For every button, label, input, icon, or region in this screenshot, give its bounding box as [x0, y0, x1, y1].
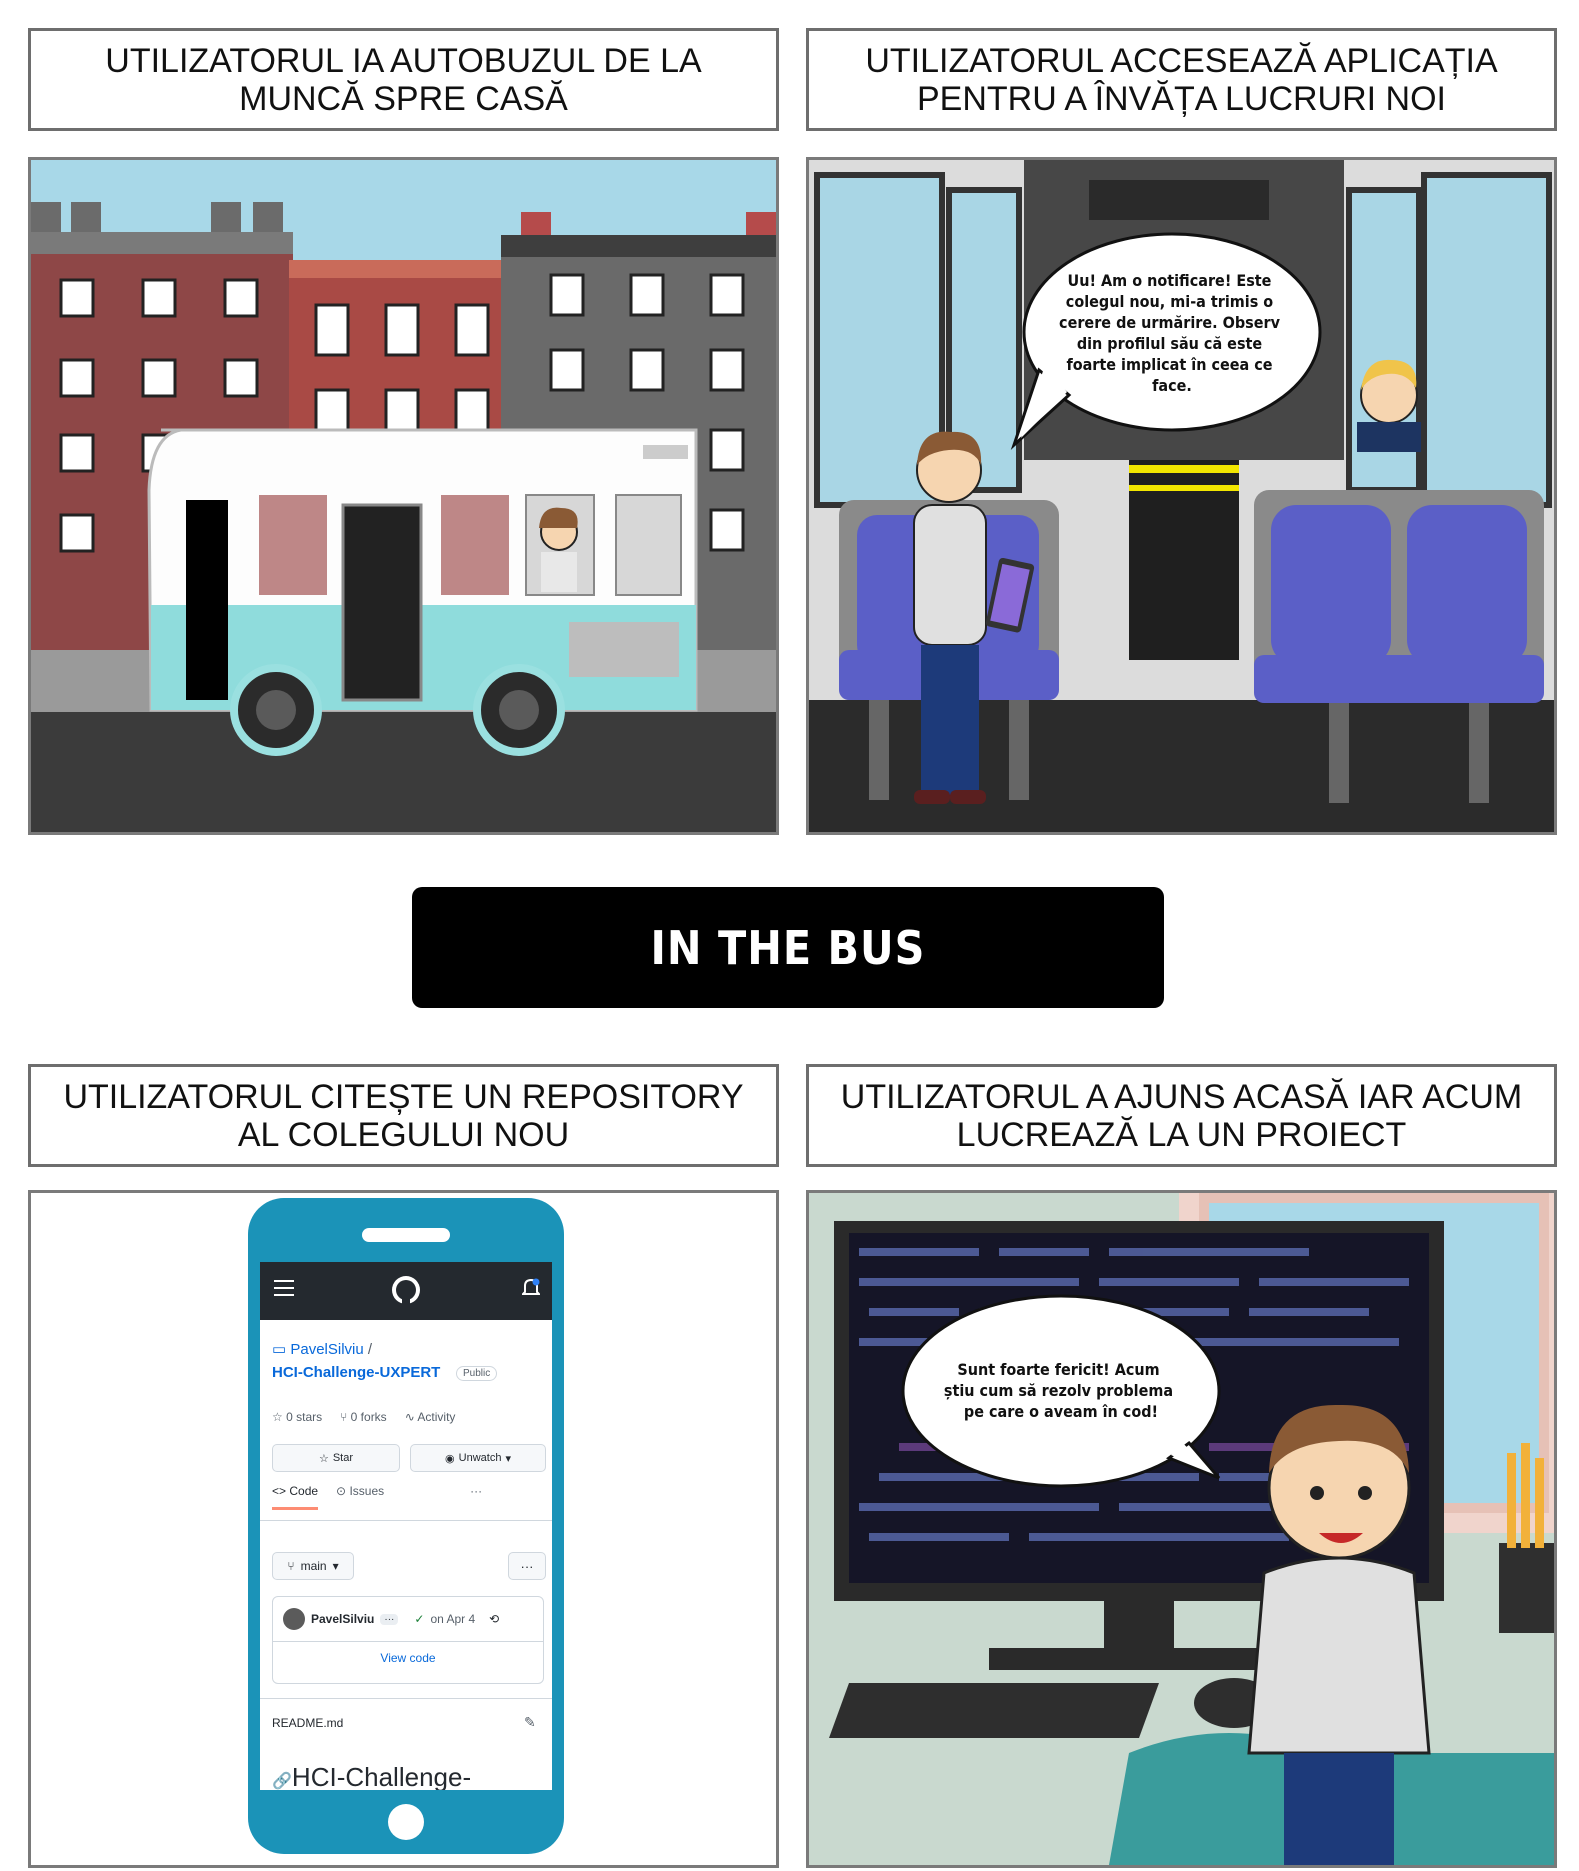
home-desk-illustration: Sunt foarte fericit! Acum știu cum să re…	[809, 1193, 1554, 1865]
readme-filename: README.md	[272, 1716, 344, 1730]
phone-home-button	[388, 1804, 424, 1840]
repo-owner-link[interactable]: PavelSilviu	[290, 1341, 363, 1358]
issues-icon: ⊙	[336, 1484, 347, 1498]
panel-3-caption: UTILIZATORUL CITEȘTE UN REPOSITORY AL CO…	[28, 1064, 779, 1167]
panel-2-scene: Uu! Am o notificare! Este colegul nou, m…	[806, 157, 1557, 835]
commit-date: on Apr 4	[430, 1612, 476, 1626]
latest-commit-box: PavelSilviu ··· ✓ on Apr 4 ⟲ View code	[272, 1596, 544, 1684]
commit-row: PavelSilviu ··· ✓ on Apr 4 ⟲	[273, 1597, 543, 1642]
street-bus-illustration	[31, 160, 776, 832]
hamburger-menu-icon[interactable]	[274, 1280, 294, 1296]
repo-stats: ☆ 0 stars ⑂ 0 forks ∿ Activity	[272, 1410, 455, 1424]
view-code-link[interactable]: View code	[273, 1651, 543, 1665]
bubble-2-line: foarte implicat în ceea ce	[1066, 355, 1272, 374]
bubble-2-line: colegul nou, mi-a trimis o	[1066, 292, 1274, 311]
stars-count[interactable]: ☆ 0 stars	[272, 1410, 322, 1424]
branch-selector[interactable]: ⑂ main ▾	[272, 1552, 354, 1580]
notification-bell-icon[interactable]	[522, 1278, 540, 1298]
tab-issues[interactable]: ⊙ Issues	[336, 1484, 384, 1510]
bubble-4-line: știu cum să rezolv problema	[944, 1381, 1173, 1400]
github-mobile-screen: ▭ PavelSilviu / HCI-Challenge-UXPERT Pub…	[260, 1262, 552, 1790]
chevron-down-icon: ▾	[332, 1559, 339, 1573]
forks-text: 0 forks	[350, 1410, 387, 1424]
bus-interior-illustration: Uu! Am o notificare! Este colegul nou, m…	[809, 160, 1554, 832]
phone-speaker	[362, 1228, 450, 1242]
branch-icon: ⑂	[287, 1559, 295, 1573]
phone-device: ▭ PavelSilviu / HCI-Challenge-UXPERT Pub…	[248, 1198, 564, 1854]
branch-name: main	[300, 1559, 327, 1573]
title-banner-text: IN THE BUS	[650, 920, 926, 975]
bubble-4-line: pe care o aveam în cod!	[964, 1402, 1158, 1421]
bubble-2-line: cerere de urmărire. Observ	[1059, 313, 1281, 332]
activity-icon: ∿	[404, 1410, 415, 1424]
activity-text: Activity	[417, 1410, 456, 1424]
panel-4-caption: UTILIZATORUL A AJUNS ACASĂ IAR ACUM LUCR…	[806, 1064, 1557, 1167]
code-icon: <>	[272, 1484, 287, 1498]
stars-text: 0 stars	[286, 1410, 323, 1424]
panel-4-speech-bubble: Sunt foarte fericit! Acum știu cum să re…	[944, 1360, 1178, 1421]
readme-heading-text: HCI-Challenge-	[291, 1762, 472, 1790]
github-logo-icon[interactable]	[390, 1274, 422, 1306]
tabs-divider	[260, 1520, 552, 1521]
unwatch-button-label: Unwatch	[458, 1452, 502, 1464]
panel-1-caption: UTILIZATORUL IA AUTOBUZUL DE LA MUNCĂ SP…	[28, 28, 779, 131]
panel-4-scene: Sunt foarte fericit! Acum știu cum să re…	[806, 1190, 1557, 1868]
fork-icon: ⑂	[340, 1410, 348, 1424]
readme-heading: 🔗HCI-Challenge-	[272, 1762, 471, 1790]
star-icon: ☆	[318, 1452, 329, 1465]
edit-pencil-icon[interactable]: ✎	[524, 1714, 536, 1731]
repo-name-link[interactable]: HCI-Challenge-UXPERT	[272, 1364, 440, 1381]
path-separator: /	[367, 1341, 373, 1358]
tab-code-label: Code	[289, 1484, 319, 1498]
bubble-2-line: face.	[1152, 376, 1192, 395]
forks-count[interactable]: ⑂ 0 forks	[340, 1410, 387, 1424]
bubble-2-line: Uu! Am o notificare! Este	[1068, 271, 1272, 290]
link-icon: 🔗	[272, 1773, 292, 1790]
title-banner: IN THE BUS	[412, 887, 1164, 1008]
bubble-4-line: Sunt foarte fericit! Acum	[957, 1360, 1159, 1379]
avatar	[283, 1608, 305, 1630]
unwatch-button[interactable]: ◉ Unwatch ▾	[410, 1444, 546, 1472]
star-button-label: Star	[332, 1452, 354, 1464]
tab-code[interactable]: <> Code	[272, 1484, 319, 1510]
repo-tabs: <> Code ⊙ Issues ···	[272, 1484, 482, 1510]
repo-icon: ▭	[272, 1341, 287, 1358]
commit-message-toggle[interactable]: ···	[380, 1613, 399, 1625]
history-icon[interactable]: ⟲	[489, 1612, 499, 1626]
check-icon: ✓	[414, 1612, 425, 1626]
commit-author[interactable]: PavelSilviu	[311, 1612, 374, 1626]
star-button[interactable]: ☆ Star	[272, 1444, 400, 1472]
tab-issues-label: Issues	[349, 1484, 385, 1498]
chevron-down-icon: ▾	[505, 1452, 511, 1465]
activity-link[interactable]: ∿ Activity	[405, 1410, 456, 1424]
more-options-button[interactable]: ···	[508, 1552, 546, 1580]
panel-2-caption: UTILIZATORUL ACCESEAZĂ APLICAȚIA PENTRU …	[806, 28, 1557, 131]
bubble-2-line: din profilul său că este	[1077, 334, 1263, 353]
panel-1-scene	[28, 157, 779, 835]
tabs-more-button[interactable]: ···	[470, 1484, 482, 1510]
readme-divider	[260, 1698, 552, 1699]
repo-owner-path: ▭ PavelSilviu /	[272, 1340, 372, 1358]
visibility-badge: Public	[456, 1366, 498, 1381]
star-icon: ☆	[272, 1410, 283, 1424]
github-header	[260, 1262, 552, 1320]
eye-icon: ◉	[445, 1452, 455, 1465]
